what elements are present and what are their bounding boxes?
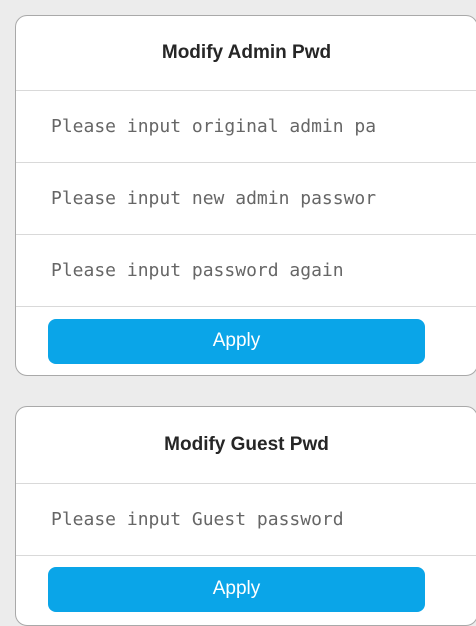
guest-password-row <box>16 484 476 556</box>
new-admin-password-input[interactable] <box>51 188 446 209</box>
original-admin-password-input[interactable] <box>51 116 446 137</box>
admin-apply-row: Apply <box>16 307 476 375</box>
confirm-admin-password-input[interactable] <box>51 260 446 281</box>
guest-apply-button[interactable]: Apply <box>48 566 425 612</box>
confirm-admin-password-row <box>16 235 476 307</box>
new-admin-password-row <box>16 163 476 235</box>
admin-apply-button[interactable]: Apply <box>48 318 425 364</box>
guest-password-card: Modify Guest Pwd Apply <box>15 406 476 626</box>
guest-card-title: Modify Guest Pwd <box>16 407 476 484</box>
guest-password-input[interactable] <box>51 509 446 530</box>
admin-card-title: Modify Admin Pwd <box>16 16 476 91</box>
guest-apply-row: Apply <box>16 556 476 622</box>
admin-password-card: Modify Admin Pwd Apply <box>15 15 476 376</box>
original-admin-password-row <box>16 91 476 163</box>
